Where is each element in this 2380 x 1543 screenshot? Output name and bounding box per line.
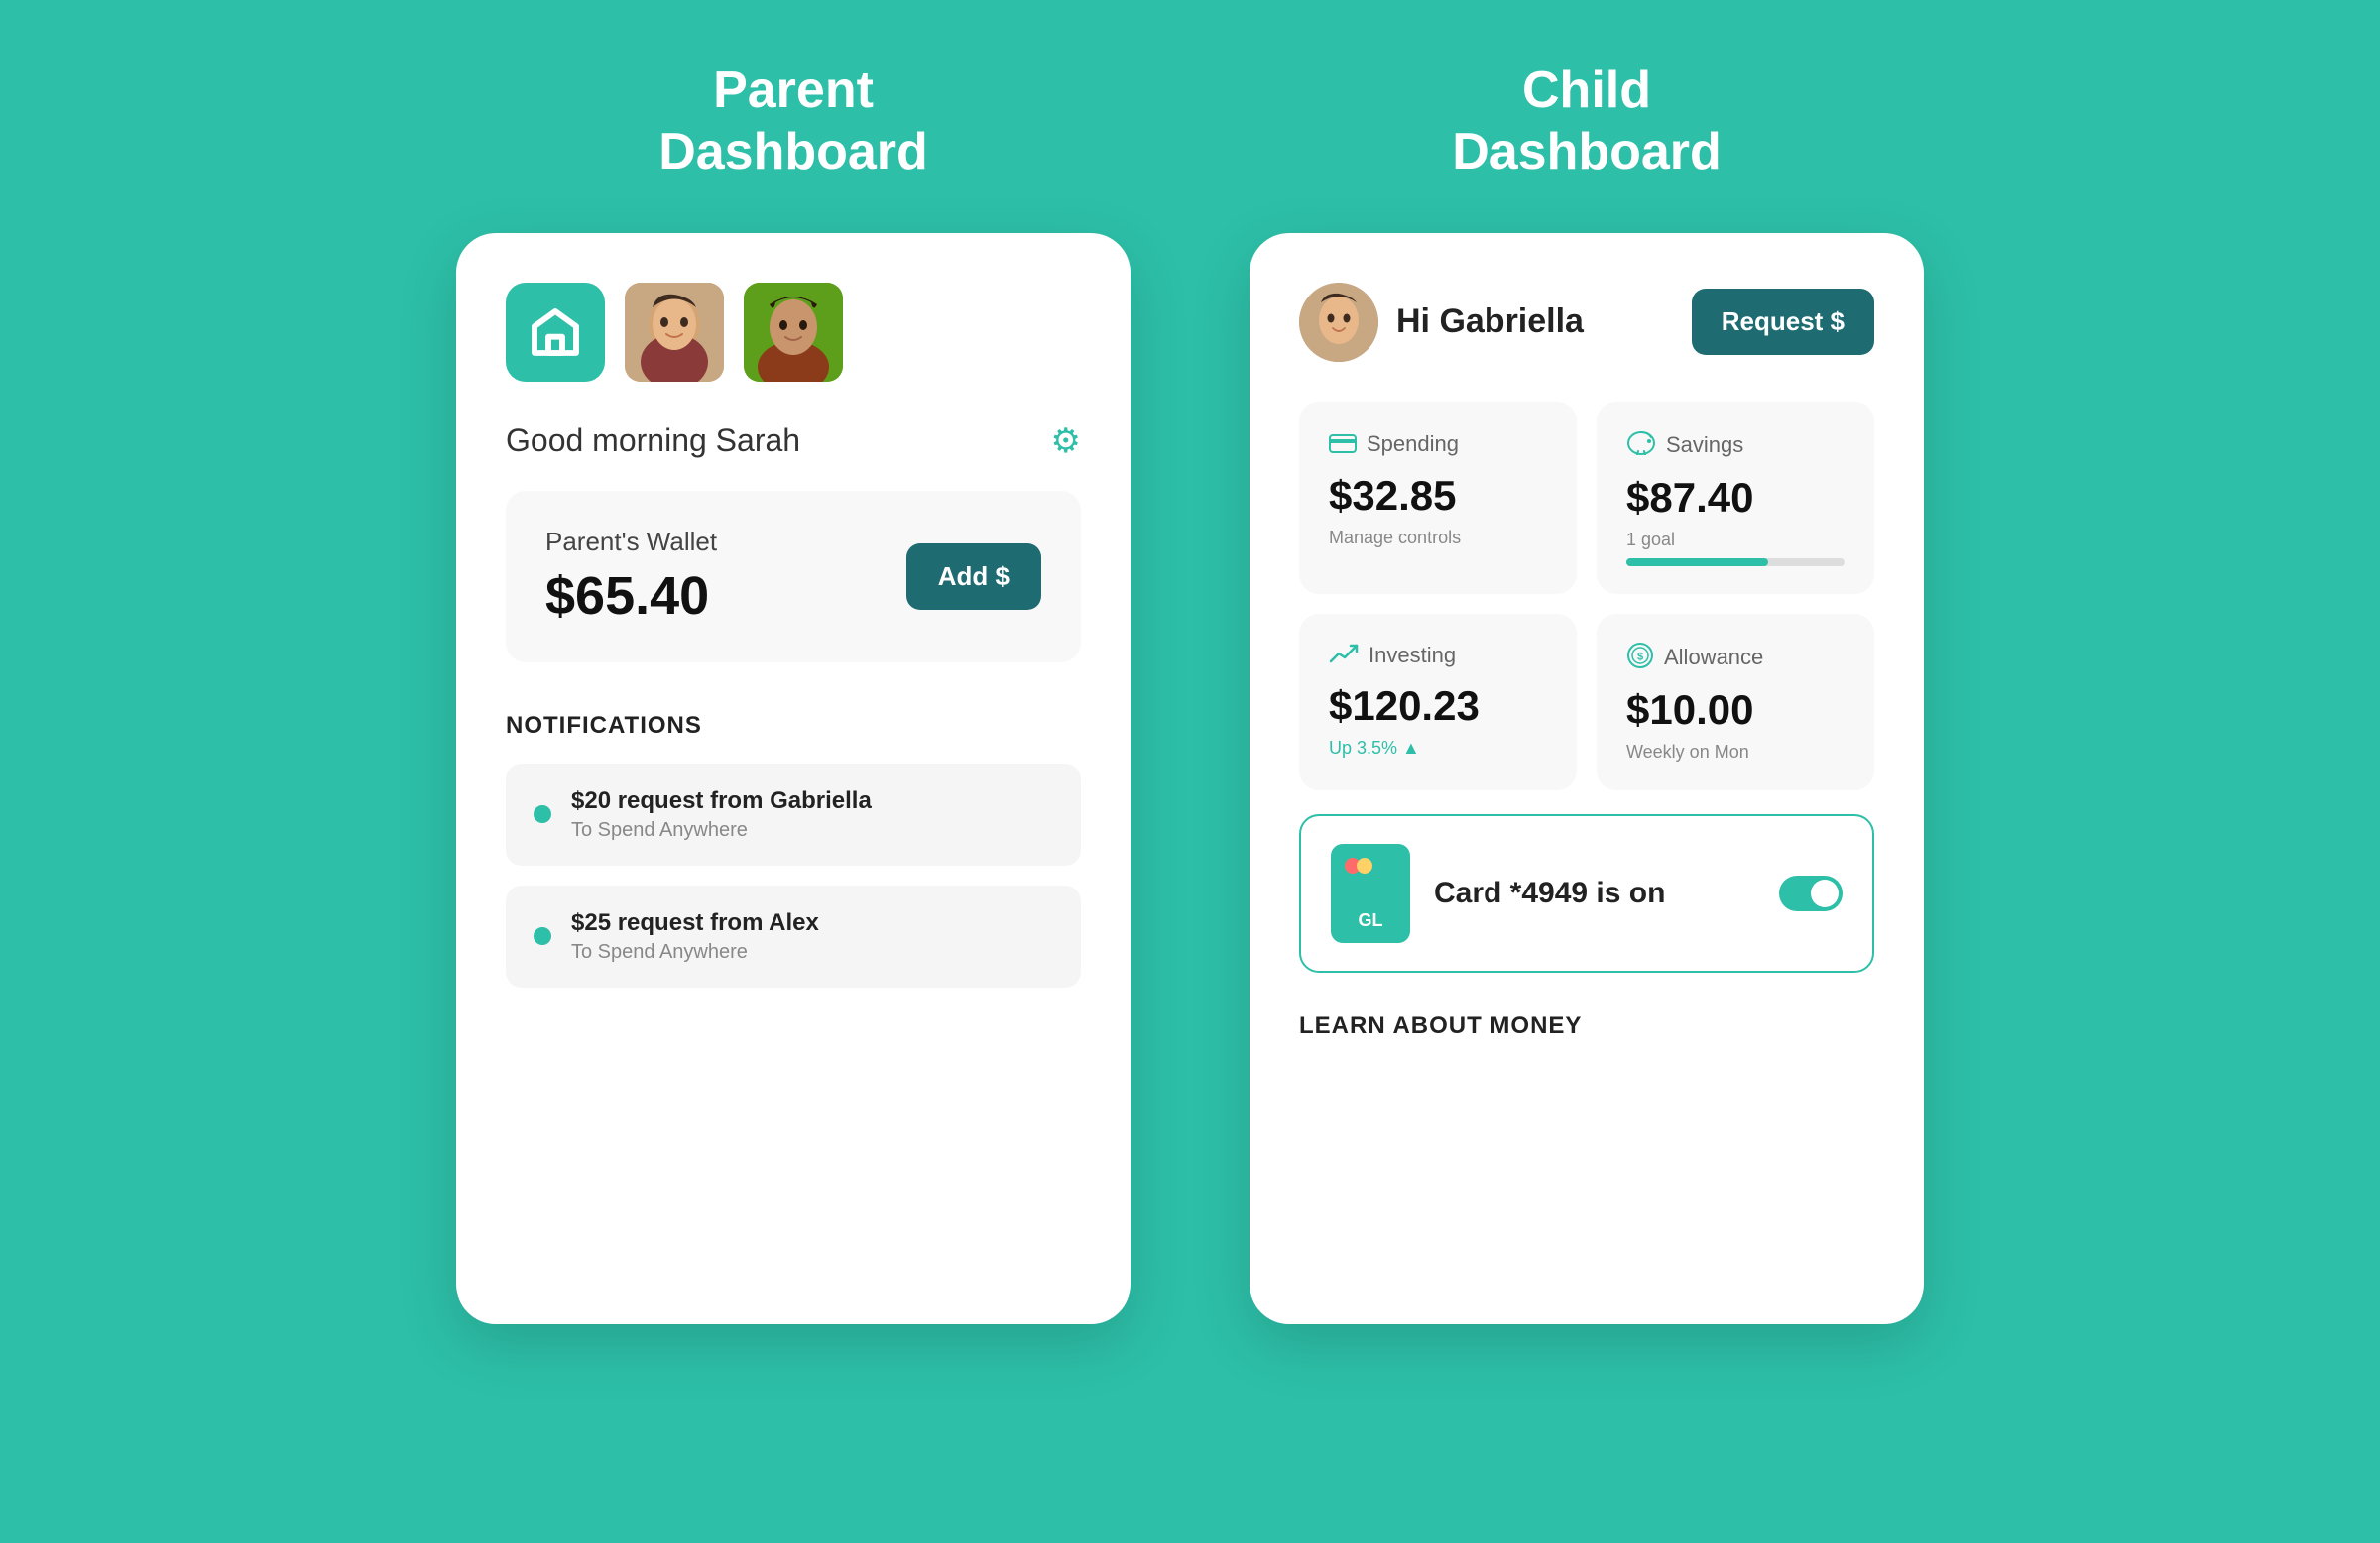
stats-grid: Spending $32.85 Manage controls (1299, 402, 1874, 790)
avatar-gabriella[interactable] (625, 283, 724, 382)
wallet-card: Parent's Wallet $65.40 Add $ (506, 491, 1081, 662)
child-phone-card: Hi Gabriella Request $ Spending $32.85 M… (1250, 233, 1924, 1324)
allowance-header: $ Allowance (1626, 642, 1844, 674)
wallet-info: Parent's Wallet $65.40 (545, 527, 717, 627)
avatar-alex[interactable] (744, 283, 843, 382)
savings-progress-fill (1626, 558, 1768, 566)
child-section-title: Child Dashboard (1452, 59, 1722, 183)
gl-card: GL (1331, 844, 1410, 943)
settings-icon[interactable]: ⚙ (1051, 421, 1081, 461)
allowance-icon: $ (1626, 642, 1654, 674)
notification-main-1: $20 request from Gabriella (571, 787, 872, 815)
notification-main-2: $25 request from Alex (571, 909, 819, 937)
notification-sub-1: To Spend Anywhere (571, 819, 872, 842)
notification-item-2[interactable]: $25 request from Alex To Spend Anywhere (506, 886, 1081, 988)
allowance-card[interactable]: $ Allowance $10.00 Weekly on Mon (1597, 614, 1874, 790)
savings-title: Savings (1666, 432, 1743, 458)
child-header: Hi Gabriella Request $ (1299, 283, 1874, 362)
allowance-amount: $10.00 (1626, 686, 1844, 734)
savings-amount: $87.40 (1626, 474, 1844, 522)
card-toggle[interactable] (1779, 876, 1843, 911)
request-money-button[interactable]: Request $ (1692, 289, 1874, 355)
savings-card[interactable]: Savings $87.40 1 goal (1597, 402, 1874, 594)
spending-icon (1329, 429, 1357, 460)
card-dot-yellow (1357, 858, 1372, 874)
notification-item-1[interactable]: $20 request from Gabriella To Spend Anyw… (506, 764, 1081, 866)
notification-dot-1 (534, 805, 551, 823)
wallet-label: Parent's Wallet (545, 527, 717, 557)
spending-title: Spending (1367, 431, 1459, 457)
greeting-row: Good morning Sarah ⚙ (506, 421, 1081, 461)
savings-header: Savings (1626, 429, 1844, 462)
notification-content-1: $20 request from Gabriella To Spend Anyw… (571, 787, 872, 842)
home-icon-box[interactable] (506, 283, 605, 382)
notification-dot-2 (534, 927, 551, 945)
savings-icon (1626, 429, 1656, 462)
parent-phone-card: Good morning Sarah ⚙ Parent's Wallet $65… (456, 233, 1130, 1324)
wallet-amount: $65.40 (545, 565, 717, 627)
spending-card[interactable]: Spending $32.85 Manage controls (1299, 402, 1577, 594)
parent-header (506, 283, 1081, 382)
spending-sub: Manage controls (1329, 528, 1547, 548)
savings-sub: 1 goal (1626, 530, 1844, 550)
investing-header: Investing (1329, 642, 1547, 670)
home-icon (528, 304, 583, 360)
notification-sub-2: To Spend Anywhere (571, 941, 819, 964)
notifications-title: NOTIFICATIONS (506, 712, 1081, 740)
spending-amount: $32.85 (1329, 472, 1547, 520)
child-user-info: Hi Gabriella (1299, 283, 1584, 362)
savings-progress-bg (1626, 558, 1844, 566)
parent-dashboard-section: Parent Dashboard (456, 59, 1130, 1324)
child-avatar-gabriella (1299, 283, 1378, 362)
allowance-title: Allowance (1664, 645, 1763, 670)
learn-title: LEARN ABOUT MONEY (1299, 1012, 1874, 1040)
notification-content-2: $25 request from Alex To Spend Anywhere (571, 909, 819, 964)
investing-card[interactable]: Investing $120.23 Up 3.5% ▲ (1299, 614, 1577, 790)
spending-header: Spending (1329, 429, 1547, 460)
child-greeting: Hi Gabriella (1396, 302, 1584, 341)
child-dashboard-section: Child Dashboard Hi Gabriella Request (1250, 59, 1924, 1324)
card-status-text: Card *4949 is on (1434, 877, 1755, 910)
card-gl-label: GL (1359, 910, 1383, 931)
greeting-text: Good morning Sarah (506, 422, 800, 459)
svg-text:$: $ (1637, 651, 1643, 662)
investing-icon (1329, 642, 1359, 670)
allowance-sub: Weekly on Mon (1626, 742, 1844, 763)
add-money-button[interactable]: Add $ (906, 543, 1041, 610)
investing-sub: Up 3.5% ▲ (1329, 738, 1547, 759)
parent-section-title: Parent Dashboard (658, 59, 928, 183)
card-strip[interactable]: GL Card *4949 is on (1299, 814, 1874, 973)
investing-amount: $120.23 (1329, 682, 1547, 730)
investing-title: Investing (1368, 643, 1456, 668)
